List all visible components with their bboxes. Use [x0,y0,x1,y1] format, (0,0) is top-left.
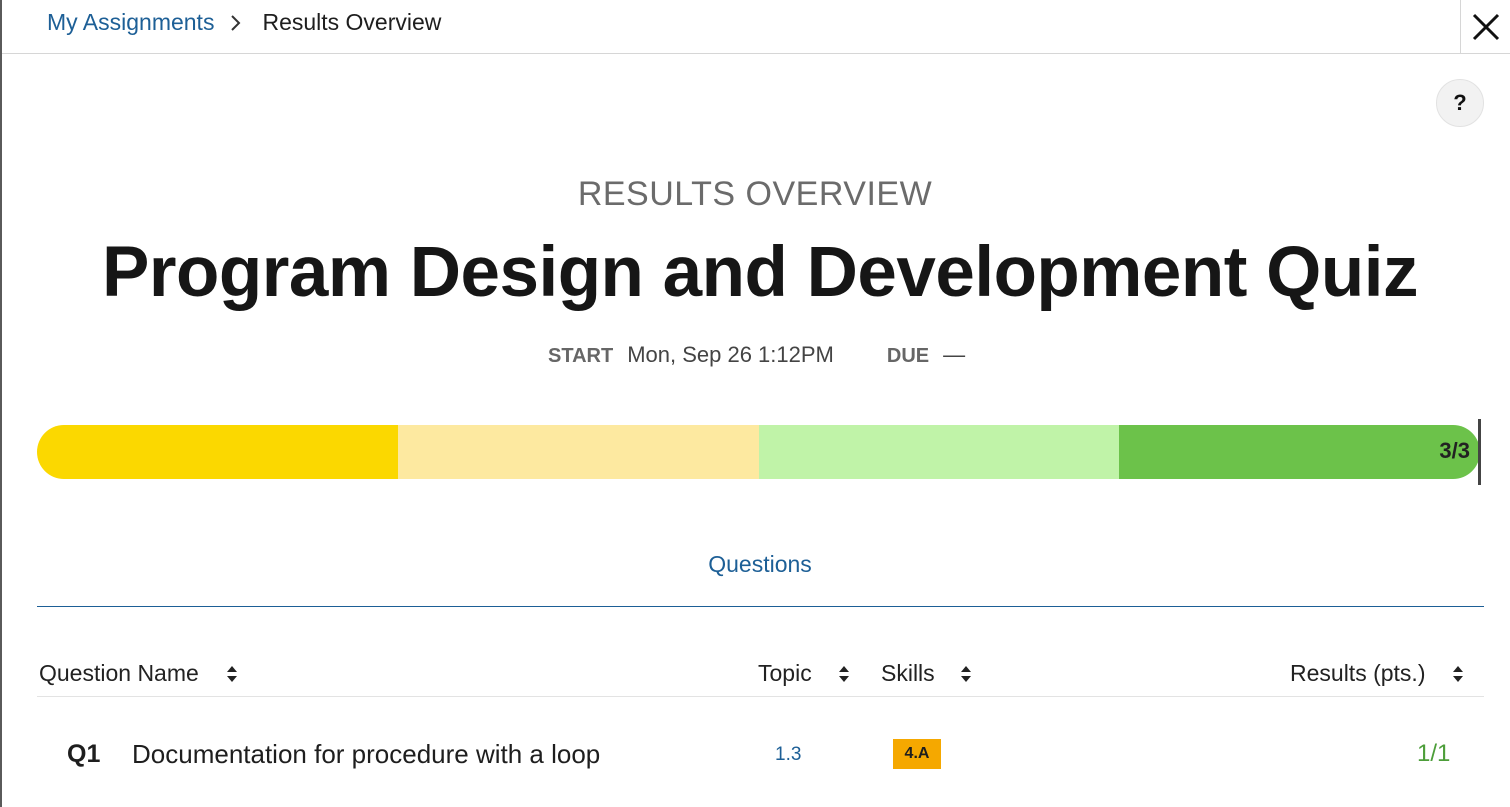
column-header-skills[interactable]: Skills [881,660,973,687]
progress-segment [37,425,398,479]
page-title: Program Design and Development Quiz [102,233,1418,312]
column-header-label: Results (pts.) [1290,660,1426,686]
window-left-edge [0,0,2,807]
page-eyebrow: RESULTS OVERVIEW [577,175,933,213]
due-label: DUE [886,345,930,367]
help-button[interactable]: ? [1436,79,1484,127]
column-header-question-name[interactable]: Question Name [39,660,239,687]
progress-segment [1119,425,1480,479]
start-label: START [548,345,614,367]
sort-icon[interactable] [837,663,851,685]
sort-icon[interactable] [959,663,973,685]
start-value: Mon, Sep 26 1:12PM [627,342,834,367]
table-row[interactable]: Q1 Documentation for procedure with a lo… [37,718,1484,788]
chevron-right-icon [230,14,242,32]
column-header-label: Skills [881,660,935,686]
breadcrumb-my-assignments-link[interactable]: My Assignments [47,9,214,36]
progress-segment [397,425,759,479]
close-button[interactable] [1460,0,1510,54]
score-progress-bar: 3/3 [37,425,1480,479]
column-header-label: Question Name [39,660,199,686]
question-result: 1/1 [1417,740,1451,767]
table-header-divider [37,696,1484,697]
tab-underline [37,606,1484,607]
breadcrumb-current: Results Overview [262,9,442,35]
column-header-results[interactable]: Results (pts.) [1290,660,1465,687]
sort-icon[interactable] [1451,663,1465,685]
breadcrumb: My Assignments Results Overview [47,9,441,36]
progress-score-label: 3/3 [1439,438,1470,463]
sort-icon[interactable] [225,663,239,685]
question-number: Q1 [67,740,101,768]
question-name-link[interactable]: Documentation for procedure with a loop [132,739,600,770]
assignment-dates: START Mon, Sep 26 1:12PM DUE — [548,342,965,368]
progress-segment [758,425,1120,479]
progress-end-marker [1478,419,1481,485]
tab-questions[interactable]: Questions [0,551,1510,578]
skill-badge: 4.A [893,739,941,769]
question-topic-link[interactable]: 1.3 [775,744,801,766]
top-bar: My Assignments Results Overview [2,0,1510,54]
column-header-topic[interactable]: Topic [758,660,851,687]
due-value: — [943,342,966,367]
column-header-label: Topic [758,660,812,686]
close-icon [1472,13,1499,41]
